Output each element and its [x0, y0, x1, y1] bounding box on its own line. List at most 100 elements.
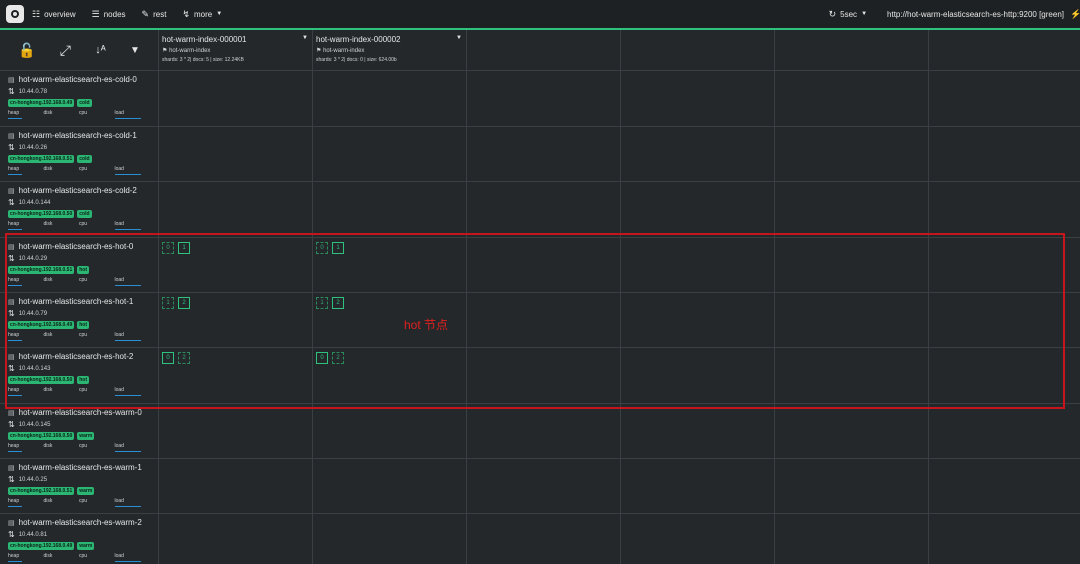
zone-badge: cn-hongkong.192.168.0.51: [8, 155, 75, 163]
unlock-icon[interactable]: 🔓: [18, 42, 35, 59]
load-metric: load: [114, 498, 151, 507]
disk-metric: disk: [44, 553, 80, 562]
node-name-label: hot-warm-elasticsearch-es-cold-1: [18, 131, 137, 140]
load-metric: load: [114, 553, 151, 562]
nav-nodes[interactable]: ☰ nodes: [92, 9, 126, 20]
tier-badge: warm: [77, 487, 95, 495]
index-stats: shards: 3 * 2| docs: 5 | size: 12.24KB: [162, 57, 244, 63]
metric-label: load: [114, 553, 124, 559]
node-name[interactable]: ▤ hot-warm-elasticsearch-es-warm-2: [8, 518, 150, 527]
zone-badge: cn-hongkong.192.168.0.51: [8, 487, 75, 495]
cluster-url[interactable]: http://hot-warm-elasticsearch-es-http:92…: [887, 10, 1064, 19]
metric-label: disk: [43, 553, 53, 559]
node-ip: ⇅ 10.44.0.81: [8, 530, 150, 539]
caret-down-icon[interactable]: ▼: [456, 35, 462, 41]
plug-icon[interactable]: ⚡: [1070, 9, 1080, 20]
wrench-icon: ↯: [182, 8, 190, 19]
node-row: ▤ hot-warm-elasticsearch-es-cold-2 ⇅ 10.44…: [0, 182, 158, 237]
index-alias-label: hot-warm-index: [169, 48, 211, 54]
top-navbar: ☷ overview ☰ nodes ✎ rest ↯ more ▼ ↻ 5sec ▼ htt…: [0, 0, 1080, 28]
metric-label: disk: [43, 498, 53, 504]
node-ip-label: 10.44.0.144: [18, 199, 51, 206]
index-alias: ⚑ hot-warm-index: [162, 47, 310, 54]
index-header[interactable]: hot-warm-index-000002 ▼ ⚑ hot-warm-index…: [314, 31, 466, 69]
tier-badge: cold: [77, 155, 92, 163]
disk-metric: disk: [44, 166, 80, 175]
sort-az-icon[interactable]: ↓ᴬ: [95, 44, 105, 56]
node-ip-label: 10.44.0.81: [18, 531, 48, 538]
caret-down-icon[interactable]: ▼: [130, 45, 140, 56]
tier-badge: cold: [77, 99, 92, 107]
tier-badge: warm: [77, 542, 95, 550]
metric-label: cpu: [79, 110, 88, 116]
grid-line: [0, 126, 1080, 127]
hot-nodes-highlight-box: [5, 233, 1065, 409]
nav-more[interactable]: ↯ more ▼: [182, 9, 222, 20]
metric-label: load: [114, 110, 124, 116]
index-name[interactable]: hot-warm-index-000002: [316, 35, 464, 44]
node-ip-label: 10.44.0.78: [18, 88, 48, 95]
node-ip: ⇅ 10.44.0.145: [8, 420, 150, 429]
refresh-icon: ↻: [828, 8, 837, 19]
logo-icon[interactable]: [6, 5, 24, 23]
load-metric: load: [114, 166, 151, 175]
metric-label: heap: [8, 221, 20, 227]
grid-line: [0, 513, 1080, 514]
index-header[interactable]: hot-warm-index-000001 ▼ ⚑ hot-warm-index…: [160, 31, 312, 69]
refresh-interval-label: 5sec: [840, 9, 858, 19]
node-name-label: hot-warm-elasticsearch-es-cold-0: [18, 75, 137, 84]
index-name[interactable]: hot-warm-index-000001: [162, 35, 310, 44]
load-metric: load: [114, 110, 151, 119]
list-icon: ☰: [91, 8, 100, 19]
nav-overview-label: overview: [44, 9, 76, 19]
refresh-interval-select[interactable]: ↻ 5sec ▼: [829, 9, 867, 20]
metric-label: disk: [43, 221, 53, 227]
caret-down-icon: ▼: [861, 11, 868, 17]
exchange-icon: ⇅: [8, 198, 15, 207]
node-name[interactable]: ▤ hot-warm-elasticsearch-es-cold-1: [8, 131, 150, 140]
sitemap-icon: ☷: [32, 8, 41, 19]
zone-badge: cn-hongkong.192.168.0.49: [8, 542, 75, 550]
metric-label: disk: [43, 110, 53, 116]
caret-down-icon[interactable]: ▼: [302, 35, 308, 41]
node-ip: ⇅ 10.44.0.144: [8, 198, 150, 207]
exchange-icon: ⇅: [8, 143, 15, 152]
metric-label: load: [114, 166, 124, 172]
node-name[interactable]: ▤ hot-warm-elasticsearch-es-warm-1: [8, 463, 150, 472]
heap-metric: heap: [8, 553, 44, 562]
disk-metric: disk: [44, 443, 80, 452]
node-ip-label: 10.44.0.145: [18, 421, 51, 428]
nav-rest[interactable]: ✎ rest: [142, 9, 167, 20]
load-metric: load: [114, 221, 151, 230]
index-stats: shards: 3 * 2| docs: 0 | size: 624.00b: [316, 57, 397, 63]
metric-label: disk: [43, 166, 53, 172]
expand-icon[interactable]: ⤢: [60, 42, 71, 59]
tier-badge: warm: [77, 432, 95, 440]
node-name[interactable]: ▤ hot-warm-elasticsearch-es-cold-0: [8, 75, 150, 84]
metric-label: load: [114, 443, 124, 449]
exchange-icon: ⇅: [8, 420, 15, 429]
metric-label: cpu: [79, 166, 88, 172]
disk-metric: disk: [44, 498, 80, 507]
metric-label: heap: [8, 498, 20, 504]
nav-overview[interactable]: ☷ overview: [32, 9, 76, 20]
edit-icon: ✎: [141, 8, 150, 19]
node-name[interactable]: ▤ hot-warm-elasticsearch-es-cold-2: [8, 186, 150, 195]
hot-nodes-annotation: hot 节点: [404, 318, 449, 332]
cpu-metric: cpu: [79, 166, 115, 175]
nav-more-label: more: [193, 9, 213, 19]
node-name[interactable]: ▤ hot-warm-elasticsearch-es-warm-0: [8, 408, 150, 417]
heap-metric: heap: [8, 110, 44, 119]
server-icon: ▤: [8, 76, 15, 84]
tier-badge: cold: [77, 210, 92, 218]
server-icon: ▤: [8, 132, 15, 140]
nav-right: ↻ 5sec ▼ http://hot-warm-elasticsearch-es-…: [829, 9, 1080, 20]
metric-label: cpu: [79, 221, 88, 227]
node-ip: ⇅ 10.44.0.78: [8, 87, 150, 96]
metric-label: cpu: [79, 443, 88, 449]
cpu-metric: cpu: [79, 110, 115, 119]
overview-controls: 🔓 ⤢ ↓ᴬ ▼: [0, 30, 158, 70]
caret-down-icon: ▼: [216, 11, 223, 17]
exchange-icon: ⇅: [8, 475, 15, 484]
node-row: ▤ hot-warm-elasticsearch-es-cold-1 ⇅ 10.44…: [0, 127, 158, 182]
